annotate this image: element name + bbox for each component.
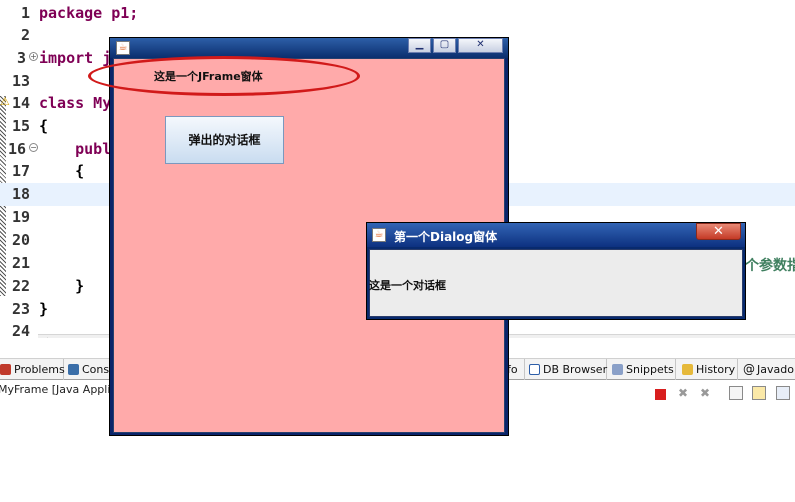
java-icon: ☕ bbox=[372, 228, 386, 242]
fold-collapse-icon[interactable]: − bbox=[29, 143, 38, 152]
line-number: 24 bbox=[11, 322, 30, 338]
tab-label: Snippets bbox=[626, 363, 674, 376]
jframe-title-bar[interactable]: ☕ ▁ ▢ ✕ bbox=[110, 38, 508, 58]
dialog-close-button[interactable]: ✕ bbox=[696, 223, 741, 240]
tab-label: Problems bbox=[14, 363, 65, 376]
snippets-icon bbox=[612, 364, 623, 375]
problems-icon bbox=[0, 364, 11, 375]
tab-console[interactable]: Cons bbox=[66, 359, 112, 380]
fold-expand-icon[interactable]: + bbox=[29, 52, 38, 61]
dialog-title-bar[interactable]: ☕ 第一个Dialog窗体 ✕ bbox=[367, 223, 745, 247]
code-text: { bbox=[39, 162, 85, 180]
tab-snippets[interactable]: Snippets bbox=[610, 359, 676, 380]
line-number: 22 bbox=[11, 277, 30, 295]
javadoc-icon: @ bbox=[743, 362, 755, 376]
tab-javadoc[interactable]: @ Javado bbox=[741, 359, 795, 380]
pin-console-icon[interactable] bbox=[776, 386, 790, 400]
code-line[interactable]: 1 package p1; bbox=[0, 2, 795, 25]
code-text: } bbox=[39, 300, 49, 318]
console-icon bbox=[68, 364, 79, 375]
line-number: 19 bbox=[11, 208, 30, 226]
history-icon bbox=[682, 364, 693, 375]
line-number: 13 bbox=[11, 72, 30, 90]
tab-label: History bbox=[696, 363, 736, 376]
code-text: class My bbox=[39, 94, 112, 112]
maximize-button[interactable]: ▢ bbox=[433, 38, 456, 53]
line-number: 18 bbox=[11, 185, 30, 203]
line-number: 16 bbox=[7, 140, 26, 158]
line-number: 2 bbox=[20, 26, 30, 44]
line-number: 17 bbox=[11, 162, 30, 180]
terminate-icon[interactable] bbox=[655, 389, 666, 400]
dialog-title: 第一个Dialog窗体 bbox=[394, 230, 498, 244]
close-button[interactable]: ✕ bbox=[458, 38, 503, 53]
line-number: 20 bbox=[11, 231, 30, 249]
minimize-button[interactable]: ▁ bbox=[408, 38, 431, 53]
code-text: { bbox=[39, 117, 49, 135]
open-dialog-button[interactable]: 弹出的对话框 bbox=[165, 116, 284, 164]
db-browser-icon bbox=[529, 364, 540, 375]
tab-label: Cons bbox=[82, 363, 110, 376]
line-number: 1 bbox=[20, 4, 30, 22]
scroll-lock-icon[interactable] bbox=[752, 386, 766, 400]
tab-label: DB Browser bbox=[543, 363, 608, 376]
tab-label: Javado bbox=[757, 363, 794, 376]
highlight-ellipse-annotation bbox=[88, 56, 360, 96]
line-number: 15 bbox=[11, 117, 30, 135]
dialog-window[interactable]: ☕ 第一个Dialog窗体 ✕ 这是一个对话框 bbox=[366, 222, 746, 320]
code-comment-fragment: 个参数指 bbox=[745, 258, 795, 274]
java-icon: ☕ bbox=[116, 41, 130, 55]
dialog-label: 这是一个对话框 bbox=[369, 279, 446, 292]
remove-all-icon[interactable]: ✖ bbox=[698, 386, 712, 400]
code-text: package p1; bbox=[39, 4, 139, 22]
tab-db-browser[interactable]: DB Browser bbox=[527, 359, 607, 380]
scroll-left-icon[interactable]: ◀ bbox=[40, 336, 48, 338]
code-text: } bbox=[39, 277, 85, 295]
clear-console-icon[interactable] bbox=[729, 386, 743, 400]
line-number: 3 bbox=[16, 49, 26, 67]
dialog-content-pane: 这是一个对话框 bbox=[369, 249, 743, 317]
line-number: 23 bbox=[11, 300, 30, 318]
tab-problems[interactable]: Problems bbox=[0, 359, 65, 380]
remove-launch-icon[interactable]: ✖ bbox=[676, 386, 690, 400]
tab-history[interactable]: History bbox=[680, 359, 738, 380]
line-number: 21 bbox=[11, 254, 30, 272]
line-number: 14 bbox=[11, 94, 30, 112]
